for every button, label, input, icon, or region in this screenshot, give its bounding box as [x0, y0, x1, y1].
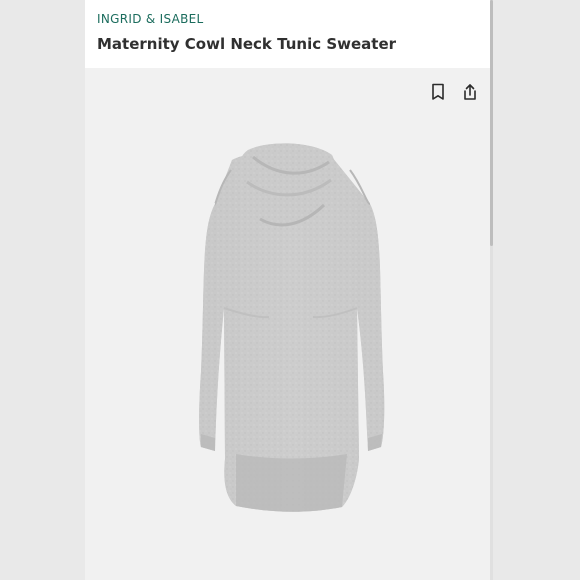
- share-icon[interactable]: [461, 83, 479, 101]
- brand-name[interactable]: INGRID & ISABEL: [97, 12, 204, 26]
- bookmark-icon[interactable]: [429, 83, 447, 101]
- product-title: Maternity Cowl Neck Tunic Sweater: [97, 35, 397, 53]
- product-screen: INGRID & ISABEL Maternity Cowl Neck Tuni…: [0, 0, 580, 580]
- product-header: INGRID & ISABEL Maternity Cowl Neck Tuni…: [85, 0, 493, 68]
- product-image[interactable]: [181, 142, 401, 517]
- product-panel: INGRID & ISABEL Maternity Cowl Neck Tuni…: [85, 0, 493, 580]
- scrollbar-thumb[interactable]: [490, 0, 493, 246]
